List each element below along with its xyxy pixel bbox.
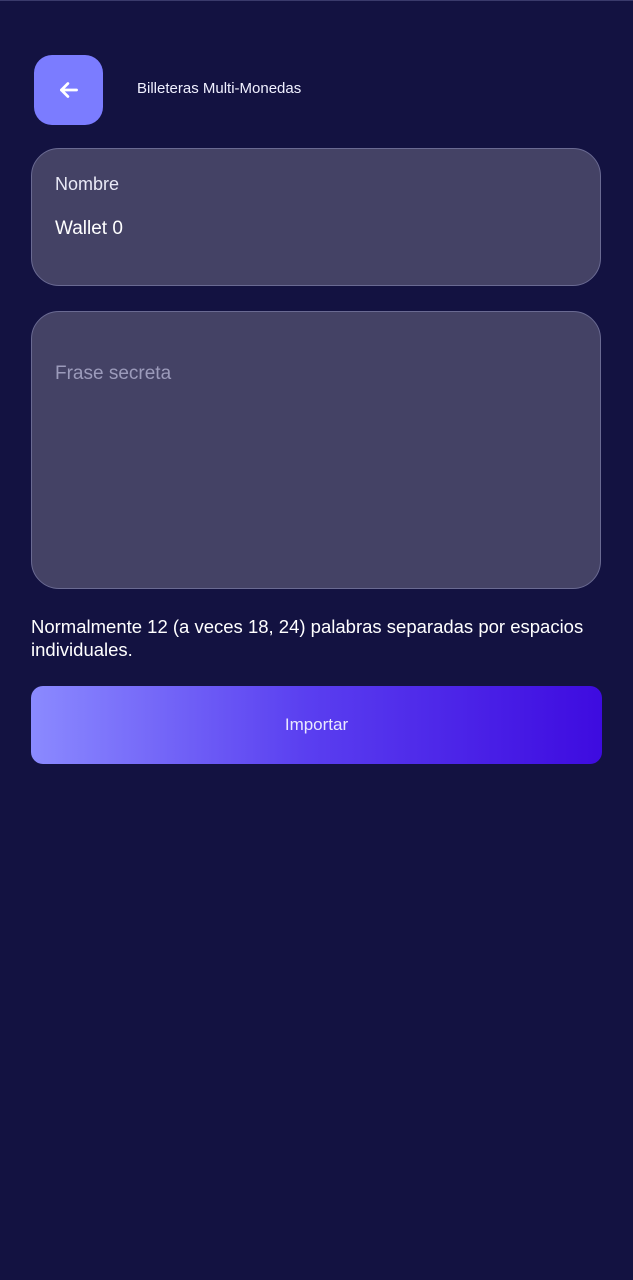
import-button[interactable]: Importar: [31, 686, 602, 764]
wallet-name-label: Nombre: [55, 174, 120, 194]
wallet-name-input[interactable]: [55, 217, 575, 241]
back-button[interactable]: [34, 55, 103, 125]
wallet-name-card: Nombre: [31, 148, 601, 286]
header: Billeteras Multi-Monedas: [34, 55, 604, 125]
arrow-left-icon: [56, 77, 82, 103]
page-title: Billeteras Multi-Monedas: [137, 80, 302, 97]
secret-phrase-card: [31, 311, 601, 589]
secret-phrase-hint: Normalmente 12 (a veces 18, 24) palabras…: [31, 616, 584, 660]
top-divider: [0, 0, 633, 1]
secret-phrase-input[interactable]: [55, 362, 575, 562]
